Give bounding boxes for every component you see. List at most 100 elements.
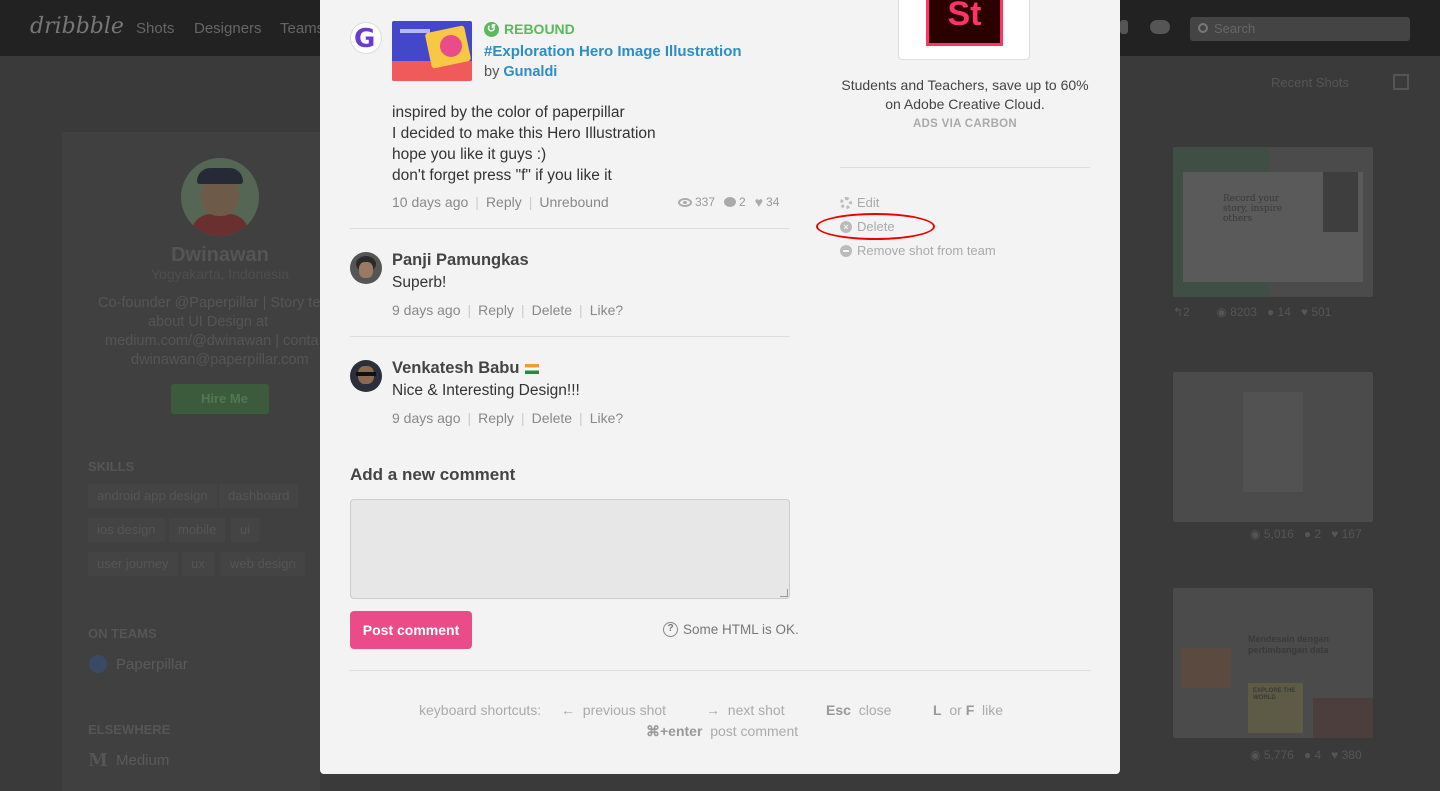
skills-heading: SKILLS: [88, 459, 135, 474]
nav-designers[interactable]: Designers: [194, 20, 262, 37]
comment-reply-link[interactable]: Reply: [478, 302, 514, 318]
textarea-resize-handle[interactable]: [780, 589, 788, 597]
divider: [840, 167, 1090, 168]
profile-bio-line: dwinawan@paperpillar.com: [131, 352, 309, 368]
skill-tag[interactable]: user journey: [88, 552, 178, 576]
skill-tag[interactable]: android app design: [88, 484, 217, 508]
comment-like-link[interactable]: Like?: [590, 410, 623, 426]
profile-avatar: [181, 158, 259, 236]
thumb-text: EXPLORE THE WORLD: [1253, 688, 1296, 701]
search-placeholder: Search: [1214, 21, 1256, 36]
commenter-name[interactable]: Panji Pamungkas: [392, 251, 529, 270]
divider: [350, 336, 790, 337]
views-count: 337: [695, 195, 716, 209]
teams-heading: ON TEAMS: [88, 626, 157, 641]
commenter-avatar[interactable]: [350, 252, 382, 284]
thumb-text: Record your story, inspire others: [1223, 194, 1283, 224]
remove-icon: [840, 244, 852, 257]
shortcut-close: Esc close: [826, 702, 892, 718]
skill-tag[interactable]: dashboard: [219, 484, 299, 508]
shortcut-previous: ← previous shot: [561, 702, 667, 718]
divider: [350, 670, 1090, 671]
remove-from-team-link[interactable]: Remove shot from team: [840, 243, 996, 258]
medium-icon: M: [88, 750, 108, 771]
thumb-stats: ◉ 5,776 ● 4 ♥ 380: [1250, 748, 1362, 762]
thumb-stats: ◉ 5,016 ● 2 ♥ 167: [1250, 527, 1362, 541]
skill-tag[interactable]: web design: [221, 552, 305, 576]
profile-location: Yogyakarta, Indonesia: [150, 266, 290, 282]
shot-thumbnail[interactable]: Record your story, inspire others: [1173, 147, 1373, 297]
ads-via-carbon-link[interactable]: ADS VIA CARBON: [840, 118, 1090, 130]
commenter-name[interactable]: Venkatesh Babu: [392, 359, 540, 378]
description-line: hope you like it guys :): [392, 146, 547, 163]
rebound-byline: by Gunaldi: [484, 64, 558, 80]
commenter-avatar[interactable]: [350, 360, 382, 392]
likes-count: 34: [766, 195, 780, 209]
shot-reply-link[interactable]: Reply: [486, 194, 522, 210]
shot-time[interactable]: 10 days ago: [392, 194, 468, 210]
comment-time[interactable]: 9 days ago: [392, 410, 461, 426]
sort-dropdown[interactable]: Recent Shots: [1271, 75, 1349, 90]
nav-shots[interactable]: Shots: [136, 20, 174, 37]
rebound-title-link[interactable]: #Exploration Hero Image Illustration: [484, 43, 742, 60]
elsewhere-heading: ELSEWHERE: [88, 722, 171, 737]
comment-text: Nice & Interesting Design!!!: [392, 382, 580, 399]
help-icon[interactable]: ?: [663, 622, 678, 637]
shot-thumbnail[interactable]: Mendesain dengan pertimbangan data EXPLO…: [1173, 588, 1373, 738]
ad-text[interactable]: Students and Teachers, save up to 60% on…: [840, 76, 1090, 114]
shortcut-like: L or F like: [933, 702, 1004, 718]
adobe-stock-logo[interactable]: St: [926, 0, 1003, 46]
comment-time[interactable]: 9 days ago: [392, 302, 461, 318]
skill-tag[interactable]: mobile: [169, 518, 226, 542]
india-flag-icon: [525, 363, 540, 374]
comment-delete-link[interactable]: Delete: [532, 410, 572, 426]
add-comment-heading: Add a new comment: [350, 465, 516, 484]
edit-shot-link[interactable]: Edit: [840, 195, 879, 210]
comment-delete-link[interactable]: Delete: [532, 302, 572, 318]
shot-description: inspired by the color of paperpillar I d…: [392, 102, 656, 186]
skill-tag[interactable]: ux: [182, 552, 214, 576]
comment-bubble-icon: [724, 197, 737, 207]
team-link[interactable]: Paperpillar: [116, 656, 188, 673]
divider: [350, 228, 790, 229]
comment-like-link[interactable]: Like?: [590, 302, 623, 318]
description-line: don't forget press "f" if you like it: [392, 167, 612, 184]
shot-meta: 10 days ago | Reply | Unrebound: [392, 194, 609, 210]
bell-icon[interactable]: [1120, 20, 1128, 34]
comments-count: 2: [739, 195, 746, 209]
unrebound-link[interactable]: Unrebound: [539, 194, 608, 210]
nav-teams[interactable]: Teams: [280, 20, 324, 37]
shortcut-post: ⌘+enter post comment: [646, 723, 799, 739]
hire-me-button[interactable]: Hire Me: [171, 384, 269, 414]
html-ok-hint: ? Some HTML is OK.: [663, 622, 799, 637]
rebound-icon: ↺: [484, 21, 499, 37]
team-avatar: [89, 655, 107, 673]
thumb-text: Mendesain dengan pertimbangan data: [1248, 634, 1330, 655]
comment-text: Superb!: [392, 274, 447, 291]
comment-reply-link[interactable]: Reply: [478, 410, 514, 426]
upload-cloud-icon[interactable]: [1150, 20, 1170, 34]
skill-tag[interactable]: ios design: [88, 518, 165, 542]
skill-tag[interactable]: ui: [231, 518, 260, 542]
rebound-author-link[interactable]: Gunaldi: [503, 64, 557, 80]
thumb-stats: ↰2 ◉ 8203 ● 14 ♥ 501: [1173, 305, 1332, 319]
rebound-source-thumbnail[interactable]: [392, 21, 472, 81]
shortcuts-label: keyboard shortcuts:: [419, 702, 542, 718]
rebound-author-avatar[interactable]: G: [350, 22, 382, 54]
search-icon: [1198, 23, 1208, 33]
grid-view-icon[interactable]: [1393, 74, 1409, 90]
description-line: inspired by the color of paperpillar: [392, 104, 625, 121]
dribbble-logo[interactable]: dribbble: [30, 14, 124, 39]
profile-bio-line: about UI Design at: [148, 314, 269, 330]
description-line: I decided to make this Hero Illustration: [392, 125, 656, 142]
post-comment-button[interactable]: Post comment: [350, 611, 472, 649]
eye-icon: [678, 197, 692, 207]
comment-textarea[interactable]: [350, 499, 790, 599]
annotation-circle: [816, 213, 935, 240]
comment-meta: 9 days ago | Reply | Delete | Like?: [392, 410, 624, 426]
profile-bio-line: Co-founder @Paperpillar | Story te: [98, 295, 321, 311]
shot-thumbnail[interactable]: [1173, 372, 1373, 522]
search-input[interactable]: Search: [1190, 17, 1410, 41]
heart-icon[interactable]: ♥: [755, 195, 763, 209]
medium-link[interactable]: Medium: [116, 752, 169, 769]
